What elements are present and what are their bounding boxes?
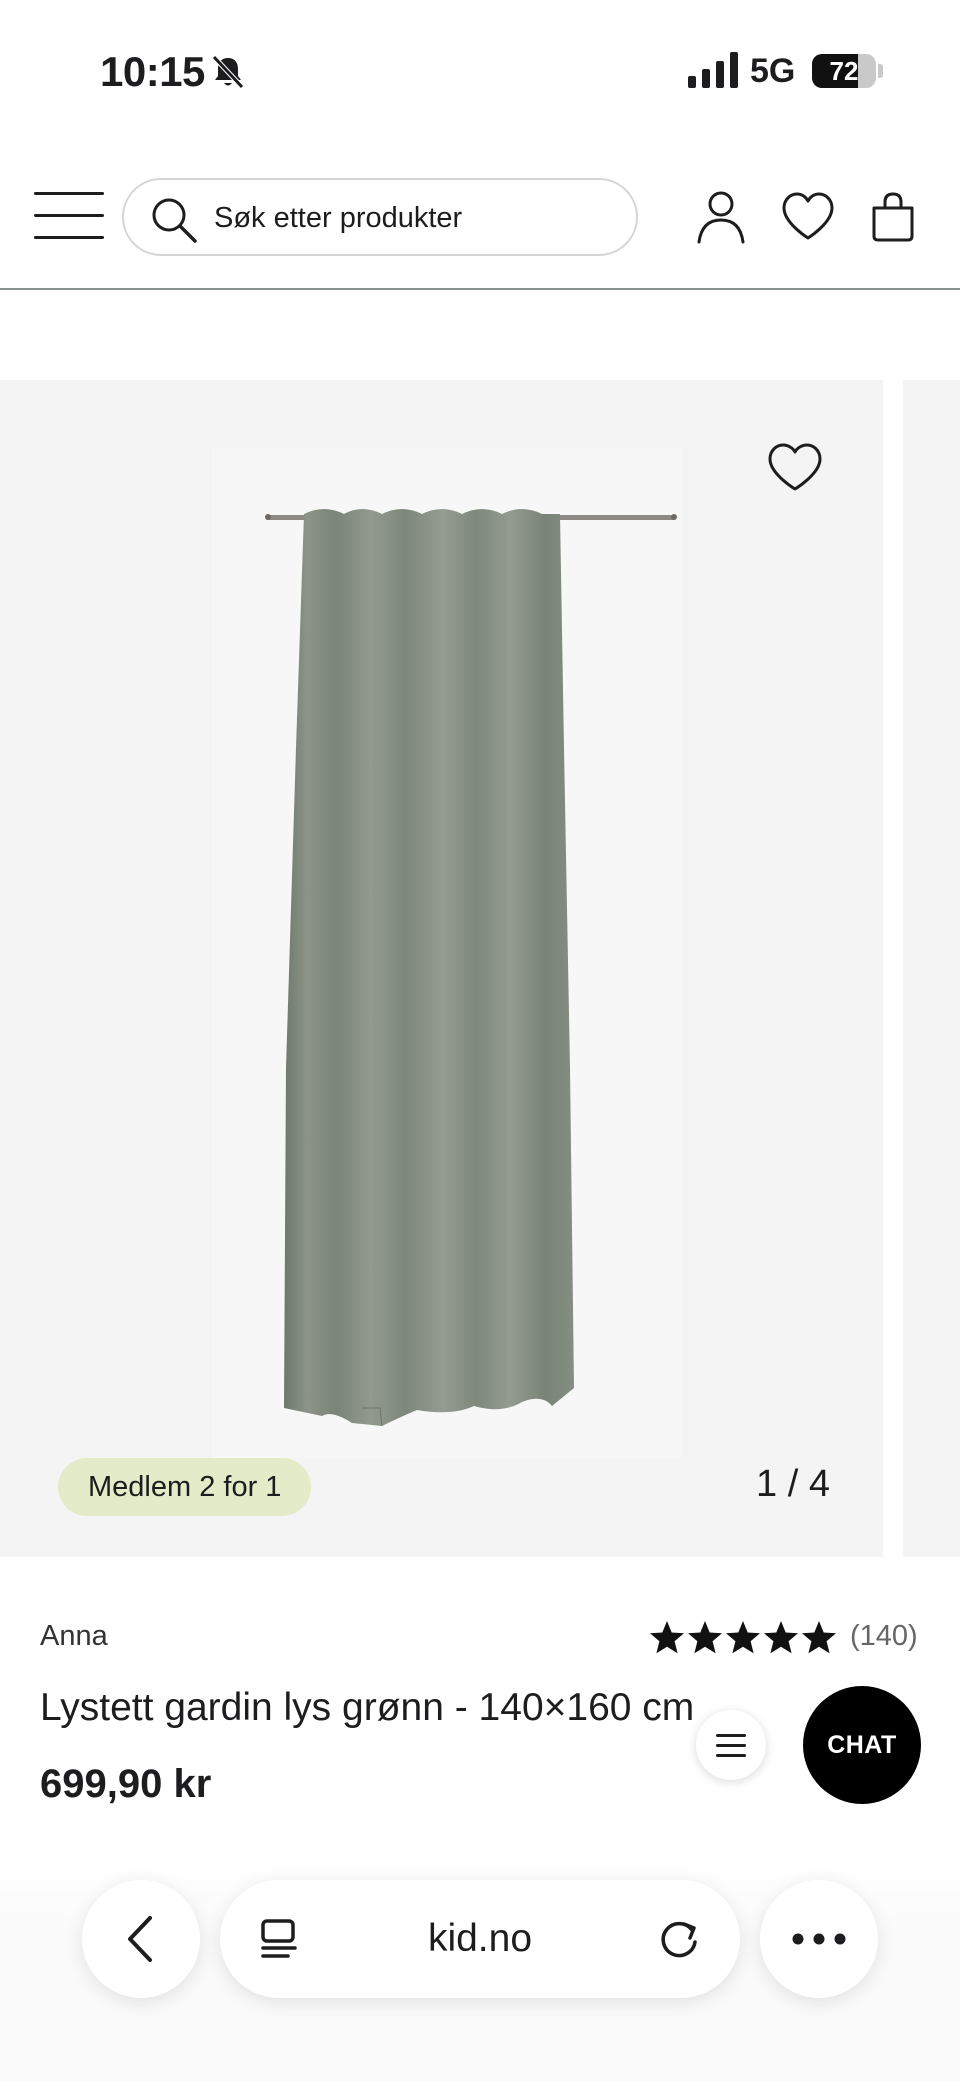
more-button[interactable] — [760, 1880, 878, 1998]
battery-indicator: 72 — [812, 54, 876, 88]
star-icon — [688, 1621, 722, 1654]
status-time: 10:15 — [100, 48, 205, 95]
back-icon — [128, 1916, 152, 1962]
battery-cap — [878, 64, 883, 78]
image-counter: 1 / 4 — [756, 1463, 830, 1505]
user-icon[interactable] — [696, 190, 746, 244]
product-price: 699,90 kr — [40, 1762, 212, 1806]
heart-icon[interactable] — [780, 190, 836, 244]
reload-icon[interactable] — [656, 1916, 702, 1962]
rating-stars[interactable] — [648, 1618, 838, 1658]
star-icon — [726, 1621, 760, 1654]
search-input[interactable] — [214, 194, 614, 242]
search-icon — [152, 198, 197, 243]
battery-percent: 72 — [829, 56, 859, 86]
bag-icon[interactable] — [870, 190, 916, 244]
list-menu-icon[interactable] — [696, 1710, 766, 1780]
review-count[interactable]: (140) — [850, 1620, 918, 1653]
next-slide-peek[interactable] — [903, 380, 960, 1557]
menu-icon[interactable] — [34, 192, 104, 240]
star-icon — [650, 1621, 684, 1654]
more-icon — [792, 1933, 846, 1945]
star-icon — [764, 1621, 798, 1654]
wishlist-heart-icon[interactable] — [766, 442, 824, 494]
site-header — [0, 140, 960, 290]
bell-off-icon — [212, 55, 244, 89]
promo-badge: Medlem 2 for 1 — [58, 1458, 312, 1516]
star-icon — [802, 1621, 836, 1654]
browser-toolbar: kid.no — [0, 1848, 960, 2081]
product-title: Lystett gardin lys grønn - 140×160 cm — [40, 1686, 695, 1729]
product-image — [212, 448, 682, 1458]
chat-button[interactable]: CHAT — [803, 1686, 921, 1804]
back-button[interactable] — [82, 1880, 200, 1998]
address-bar[interactable]: kid.no — [220, 1880, 740, 1998]
search-bar[interactable] — [122, 178, 638, 256]
product-brand[interactable]: Anna — [40, 1620, 108, 1653]
signal-icon — [688, 52, 738, 88]
product-gallery[interactable]: Medlem 2 for 1 1 / 4 — [0, 380, 960, 1557]
network-label: 5G — [750, 52, 796, 90]
status-bar: 10:15 5G 72 — [0, 0, 960, 140]
gallery-slide[interactable]: Medlem 2 for 1 1 / 4 — [0, 380, 883, 1557]
